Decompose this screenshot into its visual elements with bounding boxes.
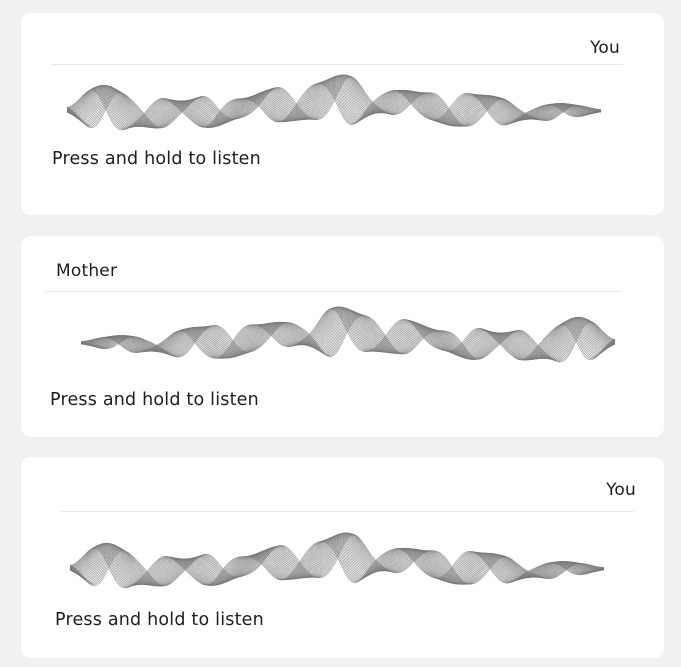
waveform-ribbon	[80, 306, 616, 363]
waveform-graphic	[69, 532, 605, 589]
listen-hint: Press and hold to listen	[52, 149, 261, 169]
voice-waveform[interactable]	[73, 297, 623, 377]
speaker-label: You	[590, 38, 620, 58]
waveform-ribbon	[66, 74, 602, 131]
message-card: You Press and hold to listen	[21, 457, 664, 658]
message-card: Mother Press and hold to listen	[21, 236, 664, 437]
waveform-graphic	[66, 74, 602, 131]
waveform-graphic	[80, 306, 616, 363]
speaker-label: Mother	[56, 261, 118, 281]
voice-waveform[interactable]	[59, 65, 609, 145]
voice-waveform[interactable]	[62, 523, 612, 603]
divider	[46, 291, 621, 292]
listen-hint: Press and hold to listen	[55, 610, 264, 630]
divider	[61, 511, 634, 512]
speaker-label: You	[606, 480, 636, 500]
waveform-ribbon	[69, 532, 605, 589]
message-card: You Press and hold to listen	[21, 13, 664, 215]
listen-hint: Press and hold to listen	[50, 390, 259, 410]
